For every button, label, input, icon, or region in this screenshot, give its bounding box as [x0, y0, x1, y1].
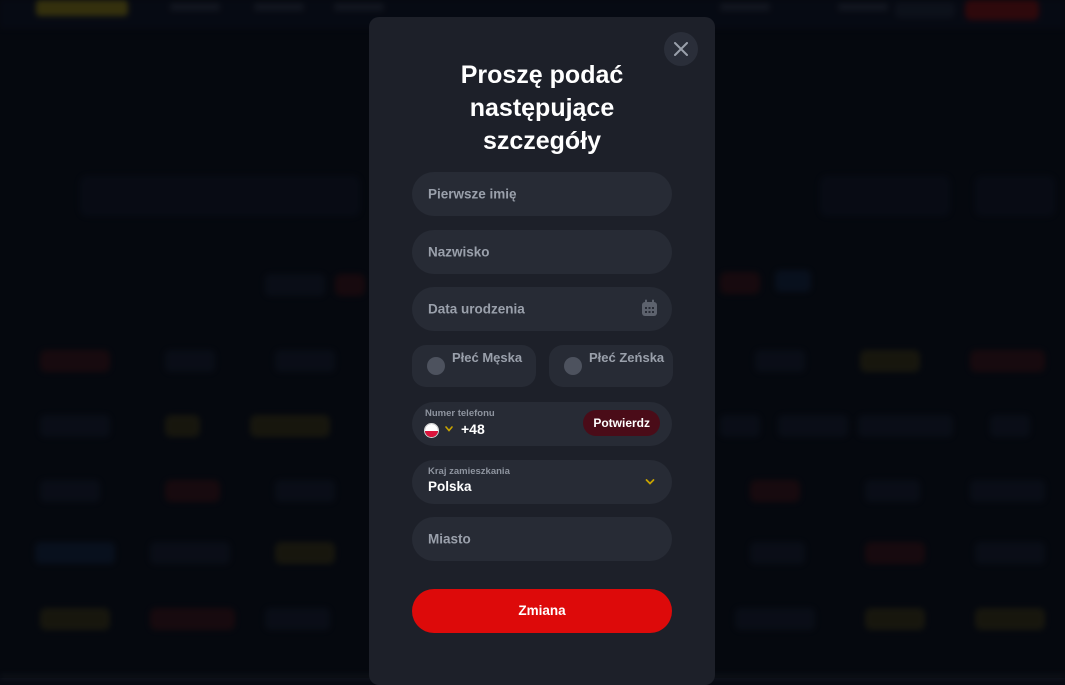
country-label: Kraj zamieszkania — [428, 466, 510, 477]
last-name-placeholder: Nazwisko — [428, 244, 490, 260]
phone-field[interactable]: Numer telefonu +48 Potwierdz — [412, 402, 672, 446]
close-icon — [674, 42, 688, 56]
country-select[interactable]: Kraj zamieszkania Polska — [412, 460, 672, 504]
first-name-field[interactable]: Pierwsze imię — [412, 172, 672, 216]
chevron-down-icon[interactable] — [644, 477, 656, 487]
city-field[interactable]: Miasto — [412, 517, 672, 561]
confirm-phone-button[interactable]: Potwierdz — [583, 410, 660, 436]
gender-male-label: Płeć Męska — [452, 350, 523, 365]
gender-female-radio[interactable] — [564, 357, 582, 375]
gender-female-option[interactable]: Płeć Zeńska — [549, 345, 673, 387]
dial-code: +48 — [461, 421, 485, 437]
last-name-field[interactable]: Nazwisko — [412, 230, 672, 274]
gender-female-label: Płeć Zeńska — [589, 350, 665, 365]
gender-male-radio[interactable] — [427, 357, 445, 375]
poland-flag-icon[interactable] — [424, 423, 439, 438]
phone-label: Numer telefonu — [425, 408, 495, 419]
city-placeholder: Miasto — [428, 531, 471, 547]
first-name-placeholder: Pierwsze imię — [428, 186, 517, 202]
birth-date-placeholder: Data urodzenia — [428, 301, 525, 317]
birth-date-field[interactable]: Data urodzenia — [412, 287, 672, 331]
chevron-down-icon[interactable] — [444, 424, 454, 434]
submit-button[interactable]: Zmiana — [412, 589, 672, 633]
calendar-icon[interactable] — [641, 299, 658, 317]
details-modal: Proszę podać następujące szczegóły Pierw… — [369, 17, 715, 685]
gender-male-option[interactable]: Płeć Męska — [412, 345, 536, 387]
modal-title: Proszę podać następujące szczegóły — [460, 61, 624, 155]
country-value: Polska — [428, 479, 472, 494]
